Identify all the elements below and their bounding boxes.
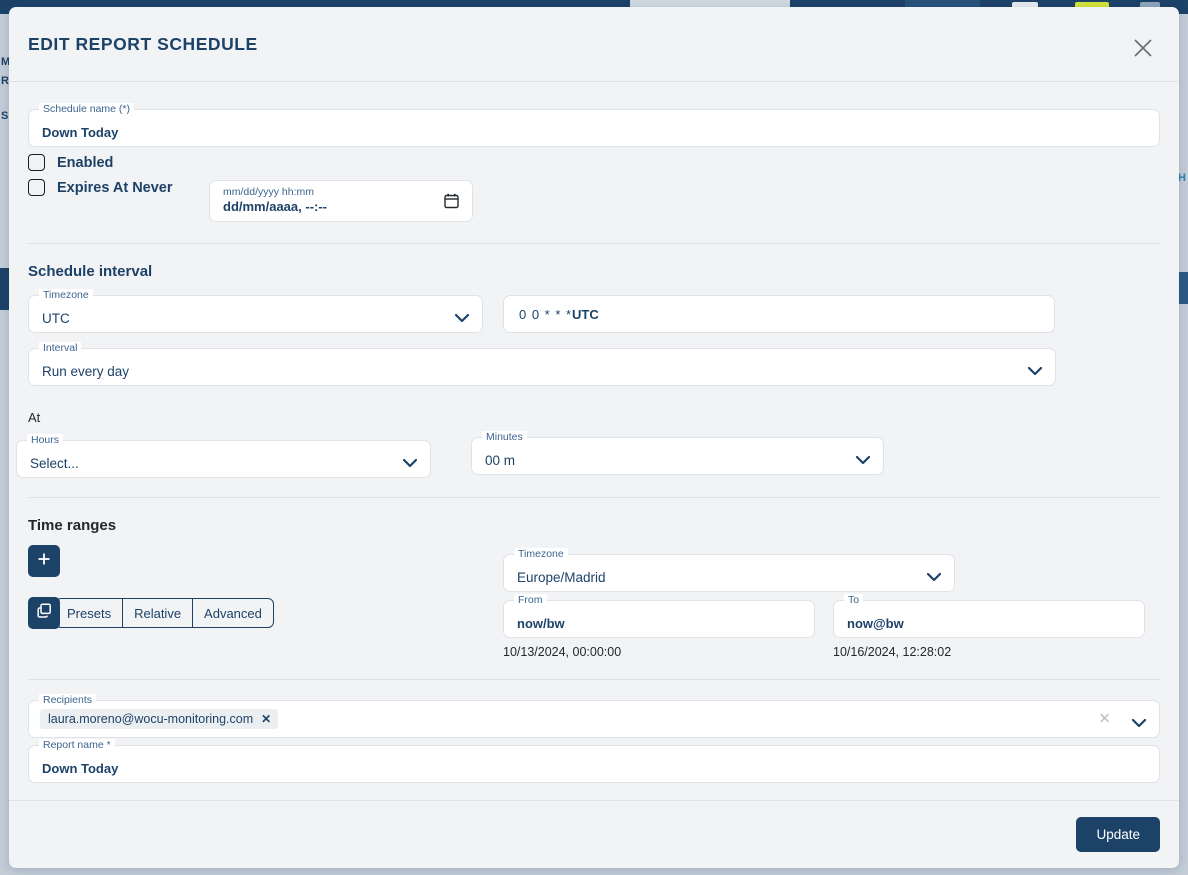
background-fragment-s: S xyxy=(1,110,9,122)
minutes-legend: Minutes xyxy=(482,431,527,444)
time-range-to-input[interactable]: To now@bw xyxy=(833,594,1145,638)
report-name-legend: Report name * xyxy=(39,739,115,752)
chevron-down-icon[interactable] xyxy=(454,310,470,323)
interval-value: Run every day xyxy=(42,364,130,379)
time-range-mode-tabs[interactable]: Presets Relative Advanced xyxy=(55,598,274,628)
tab-presets[interactable]: Presets xyxy=(56,599,124,627)
schedule-name-value: Down Today xyxy=(42,125,119,140)
to-value: now@bw xyxy=(847,616,904,631)
time-range-timezone-value: Europe/Madrid xyxy=(517,570,606,585)
interval-timezone-select[interactable]: Timezone UTC xyxy=(28,289,483,333)
expires-at-never-label: Expires At Never xyxy=(57,179,173,196)
expiry-datetime-placeholder: mm/dd/yyyy hh:mm xyxy=(223,186,315,198)
interval-timezone-value: UTC xyxy=(42,311,70,326)
interval-select[interactable]: Interval Run every day xyxy=(28,342,1056,386)
page-title: EDIT REPORT SCHEDULE xyxy=(28,33,258,54)
minutes-select[interactable]: Minutes 00 m xyxy=(471,431,884,475)
recipient-chip-label: laura.moreno@wocu-monitoring.com xyxy=(48,712,254,726)
hours-legend: Hours xyxy=(27,434,64,447)
plus-icon xyxy=(37,552,51,571)
time-range-from-input[interactable]: From now/bw xyxy=(503,594,815,638)
background-fragment-m: M xyxy=(1,56,9,68)
from-value: now/bw xyxy=(517,616,565,631)
at-label: At xyxy=(28,410,41,425)
schedule-name-legend: Schedule name (*) xyxy=(39,103,134,116)
to-resolved-date: 10/16/2024, 12:28:02 xyxy=(833,645,952,659)
chevron-down-icon[interactable] xyxy=(1027,363,1043,376)
report-name-input[interactable]: Report name * Down Today xyxy=(28,739,1160,783)
from-legend: From xyxy=(514,594,547,607)
schedule-interval-heading: Schedule interval xyxy=(28,263,153,280)
hours-value: Select... xyxy=(30,456,79,471)
to-legend: To xyxy=(844,594,864,607)
background-fragment-r: R xyxy=(1,75,9,87)
expires-at-never-checkbox[interactable] xyxy=(28,179,45,196)
tab-relative[interactable]: Relative xyxy=(123,599,194,627)
time-ranges-heading: Time ranges xyxy=(28,517,117,534)
divider-recipients xyxy=(28,679,1160,680)
enabled-label: Enabled xyxy=(57,154,114,171)
close-icon[interactable] xyxy=(1126,31,1160,65)
report-name-value: Down Today xyxy=(42,761,119,776)
update-button[interactable]: Update xyxy=(1076,817,1160,852)
schedule-name-input[interactable]: Schedule name (*) Down Today xyxy=(28,103,1160,147)
modal-footer: Update xyxy=(9,800,1179,868)
divider-time-ranges xyxy=(28,497,1160,498)
add-time-range-button[interactable] xyxy=(28,545,60,577)
background-left-accent xyxy=(0,268,9,310)
expiry-datetime-value: dd/mm/aaaa, --:-- xyxy=(223,199,328,214)
clear-icon[interactable]: ✕ xyxy=(1098,712,1111,727)
expires-at-never-checkbox-row[interactable]: Expires At Never xyxy=(28,179,173,196)
copy-icon xyxy=(36,603,52,623)
recipients-input[interactable]: Recipients laura.moreno@wocu-monitoring.… xyxy=(28,694,1160,738)
modal-body: Schedule name (*) Down Today Enabled Exp… xyxy=(9,81,1179,800)
minutes-value: 00 m xyxy=(485,453,516,468)
background-right-accent xyxy=(1178,272,1188,304)
background-bottom-strip xyxy=(0,867,1188,875)
cron-expression-input[interactable]: 0 0 * * * UTC xyxy=(503,295,1055,333)
chevron-down-icon[interactable] xyxy=(402,455,418,468)
remove-chip-icon[interactable]: ✕ xyxy=(261,712,271,726)
cron-expression-value: 0 0 * * * xyxy=(519,307,573,322)
background-right-strip xyxy=(1178,14,1188,875)
from-resolved-date: 10/13/2024, 00:00:00 xyxy=(503,645,622,659)
enabled-checkbox-row[interactable]: Enabled xyxy=(28,154,113,171)
chevron-down-icon[interactable] xyxy=(855,452,871,465)
hours-select[interactable]: Hours Select... xyxy=(16,434,431,478)
recipients-legend: Recipients xyxy=(39,694,97,707)
time-range-timezone-select[interactable]: Timezone Europe/Madrid xyxy=(503,548,955,592)
interval-timezone-legend: Timezone xyxy=(39,289,93,302)
tab-advanced[interactable]: Advanced xyxy=(193,599,273,627)
enabled-checkbox[interactable] xyxy=(28,154,45,171)
background-fragment-h: H xyxy=(1178,172,1186,184)
background-left-strip xyxy=(0,14,9,875)
divider-schedule xyxy=(28,243,1160,244)
chevron-down-icon[interactable] xyxy=(1131,715,1147,728)
calendar-icon[interactable] xyxy=(444,193,459,214)
recipient-chip[interactable]: laura.moreno@wocu-monitoring.com ✕ xyxy=(40,709,279,729)
expiry-datetime-input[interactable]: mm/dd/yyyy hh:mm dd/mm/aaaa, --:-- xyxy=(209,180,473,222)
edit-report-schedule-modal: EDIT REPORT SCHEDULE Schedule name (*) D… xyxy=(9,7,1179,868)
chevron-down-icon[interactable] xyxy=(926,569,942,582)
modal-header: EDIT REPORT SCHEDULE xyxy=(9,7,1179,81)
time-range-timezone-legend: Timezone xyxy=(514,548,568,561)
cron-timezone-suffix: UTC xyxy=(572,307,599,322)
interval-legend: Interval xyxy=(39,342,82,355)
